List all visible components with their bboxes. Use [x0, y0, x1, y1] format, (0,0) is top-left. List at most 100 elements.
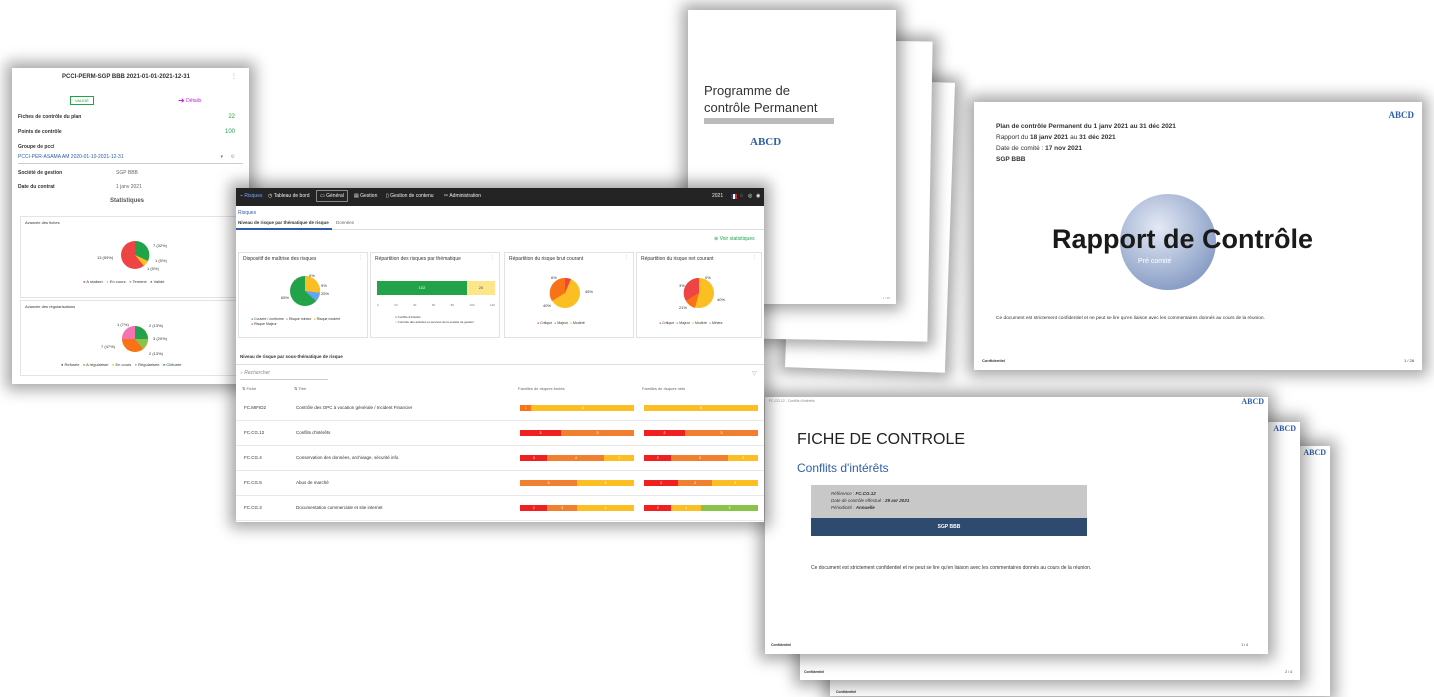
risk-bar-segment: 2 — [644, 505, 672, 511]
col-label: Titre — [298, 386, 307, 391]
table-row[interactable]: FC.CG.4 Conservation des données, archiva… — [236, 446, 764, 471]
legend-item: Critique — [662, 321, 675, 325]
legend-item: Modéré — [695, 321, 707, 325]
legend-item: Couvert / conforme — [254, 317, 284, 321]
group-select[interactable]: PCCI-PER-ASAMA AM 2020-01-10-2021-12-31 ▾… — [18, 154, 243, 164]
filter-icon[interactable]: ▽ — [752, 370, 757, 377]
text-segment: 18 janv 2021 — [1029, 134, 1069, 141]
text-segment: FC.CG.12 — [855, 491, 876, 496]
nav-general[interactable]: ▭ Général — [316, 190, 348, 202]
legend-item: Risque Majeur — [254, 322, 277, 326]
risk-bar-segment: 2 — [678, 480, 713, 486]
pie-label: 3 (20%) — [153, 336, 168, 341]
table-row[interactable]: FC.CG.12 Conflits d'intérêts 3 3 2 3 — [236, 421, 764, 446]
x-axis-ticks: 0 20 40 60 80 100 120 — [377, 303, 495, 307]
table-row[interactable]: FC.CG.3 Documentation commerciale et site… — [236, 496, 764, 521]
link-label: Voir statistiques — [719, 236, 755, 242]
risk-bar-segment: 4 — [547, 455, 605, 461]
chart-legend: ● Couvert / conforme ● Risque mineur ● R… — [251, 317, 341, 321]
card-title: Répartition des risques par thématique — [375, 256, 461, 262]
rapport-title: Rapport de Contrôle — [1052, 224, 1313, 254]
legend-item: Refusée — [64, 362, 80, 367]
col-net: Familles de risques nets — [642, 386, 686, 391]
stats-link[interactable]: ⊕ Voir statistiques — [714, 236, 755, 242]
pie-chart — [290, 275, 321, 306]
rapport-disclaimer: Ce document est strictement confidentiel… — [996, 316, 1265, 321]
tick-label: 20 — [394, 303, 398, 307]
programme-subtitle-band — [704, 118, 834, 124]
more-icon[interactable]: ⋮ — [231, 73, 237, 80]
year-selector[interactable]: 2021 — [712, 193, 723, 199]
bell-icon[interactable]: ◌ — [740, 193, 743, 199]
risk-bar-segment: 3 — [685, 430, 758, 436]
table-row[interactable]: FC.CG.5 Abus de marché 3 3 2 2 3 — [236, 471, 764, 496]
plan-row: Points de contrôle 100 — [18, 129, 243, 135]
nav-label: Général — [326, 193, 344, 199]
company-row: Société de gestion SGP BBB — [18, 170, 243, 176]
nav-administration[interactable]: ✂ Administration — [444, 193, 481, 199]
legend-item: Majeur — [557, 321, 568, 325]
nav-gestion-contenu[interactable]: ▯ Gestion de contenu — [386, 193, 434, 199]
details-link[interactable]: ➜ Détails — [178, 96, 201, 105]
monitor-icon: ▭ — [320, 193, 325, 199]
pie-chart — [549, 277, 580, 308]
fiche-logo: ABCD — [1303, 448, 1326, 457]
row-title: Contrôle des OPC à vocation générale / I… — [296, 405, 413, 410]
pie-label: 25% — [321, 291, 330, 296]
chart-legend: ● Refusée ● A régulariser ● En cours ● R… — [61, 362, 182, 367]
fiche-footer-right: 2 / 4 — [1285, 670, 1292, 674]
row-fiche: FC.CG.4 — [244, 455, 262, 460]
tick-label: 0 — [377, 303, 379, 307]
risk-bar-segment: 2 — [644, 455, 672, 461]
pie-label: 1 (5%) — [155, 258, 167, 263]
nav-risques[interactable]: ⌁ Risques — [240, 193, 262, 199]
tab-donnees[interactable]: Données — [336, 220, 354, 225]
plan-title: PCCI-PERM-SGP BBB 2021-01-01-2021-12-31 — [62, 74, 190, 80]
fiche-period: Périodicité : Annuelle — [831, 505, 875, 510]
nav-gestion[interactable]: ▤ Gestion — [354, 193, 377, 199]
tick-label: 40 — [412, 303, 417, 307]
group-label: Groupe de pcci — [18, 144, 55, 150]
rapport-line1: Plan de contrôle Permanent du 1 janv 202… — [996, 123, 1176, 130]
row-title: Abus de marché — [296, 480, 329, 485]
fiche-title: FICHE DE CONTROLE — [797, 431, 966, 448]
pie-chart — [683, 277, 714, 308]
legend-item: Validé — [153, 279, 165, 284]
fiche-logo: ABCD — [1241, 397, 1264, 406]
more-icon[interactable]: ⋮ — [490, 255, 495, 261]
pie-label: 65% — [281, 295, 290, 300]
tab-niveau-risque[interactable]: Niveau de risque par thématique de risqu… — [238, 220, 329, 225]
risk-bar-segment: 3 — [604, 455, 634, 461]
row-value: 22 — [228, 114, 235, 120]
rapport-footer-right: 1 / 28 — [1403, 358, 1414, 363]
fiche-footer-right: 1 / 4 — [1241, 643, 1248, 647]
flag-icon[interactable] — [731, 194, 737, 199]
date-row: Date du contrat 1 janv 2021 — [18, 184, 243, 190]
row-label: Fiches de contrôle du plan — [18, 114, 82, 120]
arrow-right-icon: ➜ — [178, 96, 185, 105]
col-titre[interactable]: ⇅ Titre — [294, 386, 306, 391]
gear-icon[interactable]: ⚙ — [231, 154, 235, 160]
fiche-footer-left: Confidentiel — [836, 690, 857, 694]
row-label: Société de gestion — [18, 170, 63, 176]
search-input[interactable]: ⌕ Rechercher — [240, 370, 328, 380]
fiche-disclaimer: Ce document est strictement confidentiel… — [811, 565, 1092, 571]
risk-bar-segment: 2 — [644, 430, 686, 436]
nav-tableau-de-bord[interactable]: ◷ Tableau de bord — [268, 193, 310, 199]
legend-item: Risque modéré — [316, 317, 341, 321]
fiche-reference: Référence : FC.CG.12 — [831, 491, 876, 496]
user-icon[interactable]: ◉ — [756, 193, 760, 199]
risk-bar-segment: 3 — [547, 505, 577, 511]
pie-label: 13 (59%) — [97, 255, 114, 260]
risk-bar-segment: 3 — [701, 505, 758, 511]
col-fiche[interactable]: ⇅ Fiche — [242, 386, 256, 391]
pie-label: 2 (13%) — [149, 351, 164, 356]
legend-item: Contrôle des activités et services de la… — [397, 320, 474, 324]
table-row[interactable]: FC.MIFID2 Contrôle des OPC à vocation gén… — [236, 396, 764, 421]
rapport-footer-left: Confidentiel — [982, 358, 1006, 363]
help-icon[interactable]: ◎ — [748, 193, 752, 199]
legend-item: En cours — [115, 362, 132, 367]
stats-title: Statistiques — [110, 198, 145, 204]
breadcrumb[interactable]: Risques — [238, 210, 256, 216]
nav-label: Risques — [244, 193, 263, 199]
